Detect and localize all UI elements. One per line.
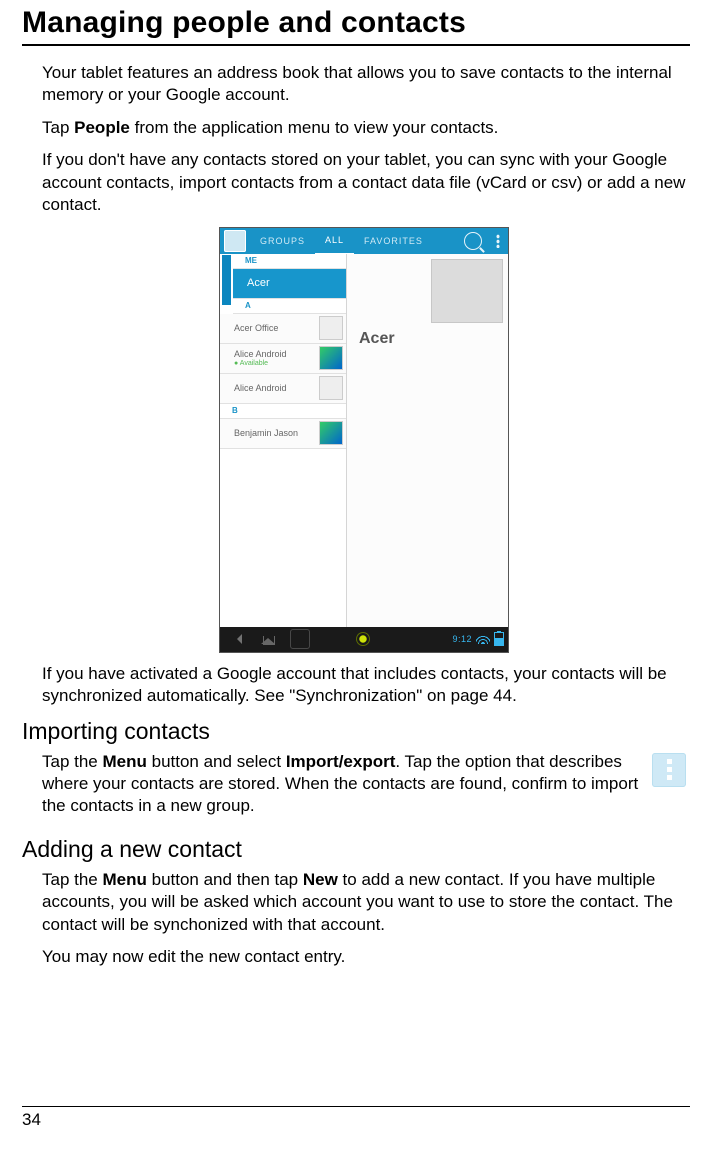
text: Tap the xyxy=(42,870,103,889)
tab-favorites: FAVORITES xyxy=(354,228,433,254)
list-item: Alice Android xyxy=(220,374,346,404)
list-header-me: ME xyxy=(233,254,346,269)
text: button and select xyxy=(147,752,286,771)
import-export-bold: Import/export xyxy=(286,752,396,771)
overflow-menu-icon xyxy=(496,234,500,248)
tab-groups: GROUPS xyxy=(250,228,315,254)
contact-photo-placeholder-icon xyxy=(432,260,502,322)
list-header-a: A xyxy=(233,299,346,314)
tab-all: ALL xyxy=(315,227,354,255)
menu-dots-icon xyxy=(652,753,686,787)
system-navbar: 9:12 xyxy=(220,627,508,652)
screenshot-figure: GROUPS ALL FAVORITES ME Acer A xyxy=(42,227,686,653)
new-bold: New xyxy=(303,870,338,889)
recent-apps-icon xyxy=(290,629,310,649)
menu-bold: Menu xyxy=(103,870,147,889)
list-item: Benjamin Jason xyxy=(220,419,346,449)
battery-icon xyxy=(494,632,504,646)
contact-thumb-icon xyxy=(319,346,343,370)
contact-name: Acer Office xyxy=(234,323,278,333)
text: from the application menu to view your c… xyxy=(130,118,499,137)
section-heading-adding: Adding a new contact xyxy=(22,836,690,863)
title-rule xyxy=(22,44,690,46)
footer-rule xyxy=(22,1106,690,1107)
adding-paragraph-2: You may now edit the new contact entry. xyxy=(42,946,686,968)
page-title: Managing people and contacts xyxy=(22,6,690,40)
contact-thumb-icon xyxy=(319,376,343,400)
wifi-icon xyxy=(476,634,490,644)
contact-status: ● Available xyxy=(234,360,287,367)
contact-thumb-icon xyxy=(319,316,343,340)
contact-name: Benjamin Jason xyxy=(234,428,298,438)
text: button and then tap xyxy=(147,870,303,889)
people-bold: People xyxy=(74,118,130,137)
list-item: Alice Android ● Available xyxy=(220,344,346,374)
page-footer: 34 xyxy=(22,1106,690,1130)
contact-name: Alice Android xyxy=(234,383,287,393)
intro-paragraph-1: Your tablet features an address book tha… xyxy=(42,62,686,107)
after-screenshot-paragraph: If you have activated a Google account t… xyxy=(42,663,686,708)
list-header-b: B xyxy=(220,404,346,419)
page-number: 34 xyxy=(22,1110,690,1130)
search-icon xyxy=(464,232,482,250)
contact-name: Alice Android xyxy=(234,349,287,359)
text: Tap the xyxy=(42,752,103,771)
contact-name: Acer xyxy=(247,277,270,289)
intro-paragraph-3: If you don't have any contacts stored on… xyxy=(42,149,686,216)
clock: 9:12 xyxy=(452,634,472,644)
app-logo-icon xyxy=(224,230,246,252)
list-item: Acer Office xyxy=(220,314,346,344)
contacts-list: ME Acer A Acer Office Alice Android xyxy=(220,254,347,628)
people-app-screenshot: GROUPS ALL FAVORITES ME Acer A xyxy=(219,227,509,653)
status-area: 9:12 xyxy=(452,632,504,646)
app-topbar: GROUPS ALL FAVORITES xyxy=(220,228,508,254)
text: Tap xyxy=(42,118,74,137)
intro-paragraph-2: Tap People from the application menu to … xyxy=(42,117,686,139)
contact-detail-pane: Acer xyxy=(347,254,508,628)
adding-paragraph-1: Tap the Menu button and then tap New to … xyxy=(42,869,686,936)
contact-detail-name: Acer xyxy=(359,330,395,348)
az-scroll-indicator xyxy=(222,255,231,305)
back-icon xyxy=(230,630,248,648)
menu-bold: Menu xyxy=(103,752,147,771)
list-item-selected: Acer xyxy=(233,269,346,299)
ring-icon xyxy=(357,633,369,645)
contact-thumb-icon xyxy=(319,421,343,445)
importing-paragraph: Tap the Menu button and select Import/ex… xyxy=(42,751,686,818)
section-heading-importing: Importing contacts xyxy=(22,718,690,745)
home-icon xyxy=(260,630,278,648)
